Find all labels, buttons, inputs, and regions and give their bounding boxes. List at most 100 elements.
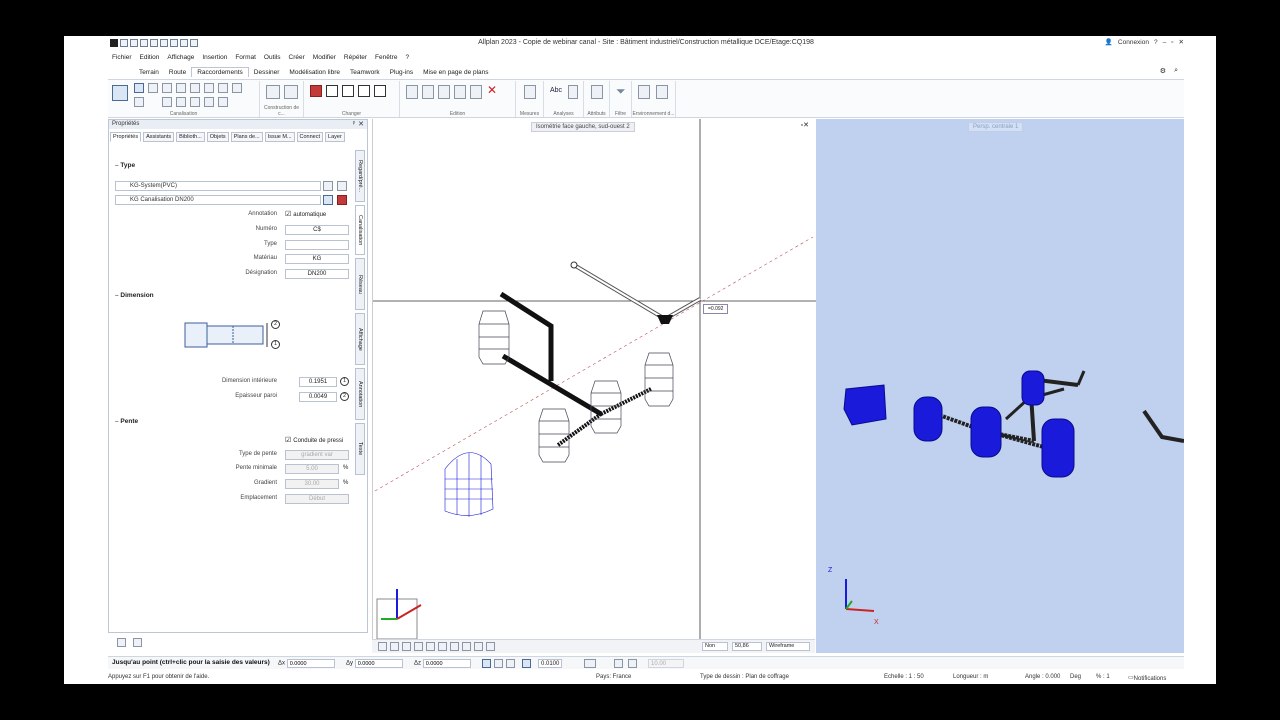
menu-repeter[interactable]: Répéter — [340, 54, 371, 61]
pipe-select[interactable]: KG Canalisation DN200 — [115, 195, 321, 205]
side-tab-texte[interactable]: Texte — [355, 423, 365, 475]
tab-bibliotheque[interactable]: Biblioth... — [176, 132, 205, 142]
side-tab-reseau[interactable]: Réseau — [355, 258, 365, 310]
pan-icon[interactable] — [426, 642, 435, 651]
isometric-canvas[interactable] — [373, 119, 816, 639]
report-icon[interactable] — [568, 85, 578, 99]
angle-value[interactable]: 10.00 — [648, 659, 684, 668]
side-tab-canalisation[interactable]: Canalisation — [355, 205, 365, 255]
type-field[interactable] — [285, 240, 349, 250]
manhole-tool-icon[interactable] — [190, 83, 200, 93]
gradient-field[interactable]: 30.00 — [285, 479, 339, 489]
snap-point-icon[interactable] — [482, 659, 491, 668]
navigate-icon[interactable] — [378, 642, 387, 651]
connect-tool-icon[interactable] — [190, 97, 200, 107]
measure-icon[interactable] — [524, 85, 536, 99]
dy-input[interactable] — [354, 659, 403, 668]
snap-value[interactable]: 0.0100 — [538, 659, 563, 668]
slope-tool-icon[interactable] — [176, 97, 186, 107]
favorite-load-icon[interactable] — [133, 638, 142, 647]
render-mode-select[interactable]: Wireframe — [766, 642, 810, 651]
tab-mise-en-page[interactable]: Mise en page de plans — [418, 68, 493, 77]
eraser-icon[interactable] — [310, 85, 322, 97]
section-type[interactable]: Type — [115, 162, 135, 169]
tab-plans[interactable]: Plans de... — [230, 132, 263, 142]
status-angle[interactable]: Angle : 0.000 — [1025, 674, 1060, 680]
tab-modelisation-libre[interactable]: Modélisation libre — [284, 68, 345, 77]
status-longueur[interactable]: Longueur : m — [953, 674, 988, 680]
annotation-checkbox[interactable]: automatique — [285, 210, 326, 218]
camera-icon[interactable] — [486, 642, 495, 651]
label-tool-icon[interactable] — [204, 97, 214, 107]
dim-int-field[interactable]: 0.1951 — [299, 377, 337, 387]
tab-objets[interactable]: Objets — [206, 132, 229, 142]
tab-terrain[interactable]: Terrain — [134, 68, 164, 77]
copy-icon[interactable] — [406, 85, 418, 99]
type-pente-select[interactable]: gradient var — [285, 450, 349, 460]
pipe-tool-icon[interactable] — [134, 83, 144, 93]
pin-icon[interactable]: ᵖ — [353, 120, 355, 129]
modify-icon[interactable] — [342, 85, 354, 97]
menu-insertion[interactable]: Insertion — [198, 54, 231, 61]
close-button[interactable]: ✕ — [1179, 38, 1184, 46]
snap-grid-icon[interactable] — [494, 659, 503, 668]
minimize-button[interactable]: – — [1163, 39, 1167, 46]
filter-icon[interactable]: ⏷ — [616, 84, 626, 99]
status-echelle[interactable]: Echelle : 1 : 50 — [884, 674, 924, 680]
refresh-icon[interactable] — [462, 642, 471, 651]
section-pente[interactable]: Pente — [115, 418, 138, 425]
menu-edition[interactable]: Edition — [136, 54, 164, 61]
menu-creer[interactable]: Créer — [285, 54, 309, 61]
catalog-options-icon[interactable] — [337, 181, 347, 191]
catalog-icon[interactable] — [323, 181, 333, 191]
side-tab-annotation[interactable]: Annotation — [355, 368, 365, 420]
branch-tool-icon[interactable] — [162, 83, 172, 93]
tab-teamwork[interactable]: Teamwork — [345, 68, 385, 77]
menu-fichier[interactable]: Fichier — [108, 54, 136, 61]
bend-tool-icon[interactable] — [148, 83, 158, 93]
polyline-icon[interactable] — [358, 85, 370, 97]
tab-assistants[interactable]: Assistants — [143, 132, 175, 142]
side-tab-regard[interactable]: Regard/pré... — [355, 150, 365, 202]
menu-outils[interactable]: Outils — [260, 54, 285, 61]
scale-select[interactable]: 50,86 — [732, 642, 762, 651]
network-icon[interactable] — [112, 85, 128, 101]
help-icon[interactable]: ? — [1154, 39, 1158, 46]
materiau-field[interactable]: KG — [285, 254, 349, 264]
tee-tool-icon[interactable] — [134, 97, 144, 107]
move-icon[interactable] — [422, 85, 434, 99]
menu-fenetre[interactable]: Fenêtre — [371, 54, 401, 61]
numero-field[interactable]: C$ — [285, 225, 349, 235]
valve-tool-icon[interactable] — [218, 83, 228, 93]
remove-icon[interactable] — [337, 195, 347, 205]
status-type-dessin[interactable]: Type de dessin : Plan de coffrage — [700, 674, 789, 680]
redo-view-icon[interactable] — [450, 642, 459, 651]
tab-route[interactable]: Route — [164, 68, 191, 77]
viewport-perspective[interactable]: Persp. centrale 1 Z X — [816, 119, 1184, 653]
tab-proprietes[interactable]: Propriétés — [110, 132, 142, 142]
construction-line-icon[interactable] — [266, 85, 280, 99]
stretch-icon[interactable] — [470, 85, 482, 99]
search-icon[interactable]: ⌕ — [1174, 67, 1178, 75]
snap-track-icon[interactable] — [506, 659, 515, 668]
environment-options-icon[interactable] — [656, 85, 668, 99]
user-icon[interactable]: 👤 — [1105, 38, 1113, 46]
section-dimension[interactable]: Dimension — [115, 292, 153, 299]
settings-icon[interactable]: ⚙ — [1160, 67, 1166, 75]
tab-connect[interactable]: Connect — [296, 132, 324, 142]
fitting-tool-icon[interactable] — [232, 83, 242, 93]
layer-select-icon[interactable] — [584, 659, 596, 668]
close-view-icon[interactable] — [390, 642, 399, 651]
section-tool-icon[interactable] — [218, 97, 228, 107]
viewport-isometric[interactable]: Isométrie face gauche, sud-ouest 2 ▫✕ =0… — [372, 119, 816, 649]
text-analysis-icon[interactable]: Abc — [550, 87, 562, 94]
system-select[interactable]: KG-System(PVC) — [115, 181, 321, 191]
pente-min-field[interactable]: 5.00 — [285, 464, 339, 474]
snap-ortho-icon[interactable] — [522, 659, 531, 668]
emplacement-select[interactable]: Début — [285, 494, 349, 504]
favorite-save-icon[interactable] — [117, 638, 126, 647]
dx-input[interactable] — [286, 659, 335, 668]
perspective-canvas[interactable] — [816, 119, 1184, 653]
tab-dessiner[interactable]: Dessiner — [249, 68, 285, 77]
pen-icon[interactable] — [326, 85, 338, 97]
